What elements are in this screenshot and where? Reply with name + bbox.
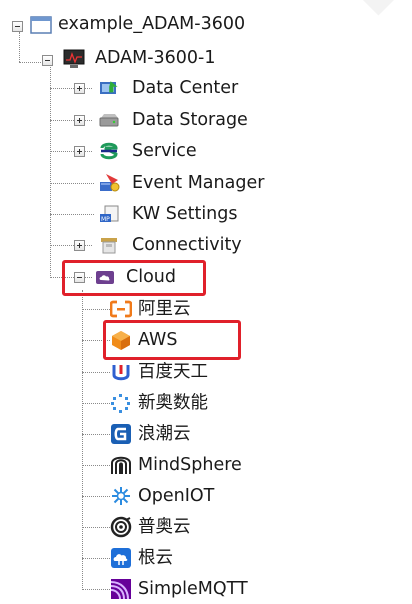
tree-node-label: Service [132,141,197,161]
tree-node-label: example_ADAM-3600 [58,14,246,34]
collapse-toggle[interactable] [42,55,53,66]
tree-node-label: KW Settings [132,204,238,224]
baidu-tiangong-icon [110,361,132,383]
tree-node-label: Data Center [132,78,239,98]
openiot-icon [110,485,132,507]
mindsphere-icon [110,454,132,476]
tree-node-cloud[interactable]: Cloud [70,264,200,292]
enn-icon [110,392,132,414]
tree-line [82,372,110,373]
hard-drive-icon [98,109,120,131]
tree-line [82,589,110,590]
tree-node-label: 根云 [138,548,173,568]
project-tree: example_ADAM-3600 ADAM-3600-1 Data Cente… [0,0,412,603]
tree-node-label: Connectivity [132,235,242,255]
simplemqtt-icon [110,578,132,600]
tree-node-kw-settings[interactable]: MP KW Settings [70,201,290,229]
tree-node-data-storage[interactable]: Data Storage [70,107,290,135]
tree-line [82,558,110,559]
tree-node-label: OpenIOT [138,486,215,506]
tree-node-data-center[interactable]: Data Center [70,75,290,103]
page-corner-decoration [362,0,394,16]
expand-toggle[interactable] [74,146,85,157]
tree-node-event-manager[interactable]: Event Manager [70,170,290,198]
collapse-toggle[interactable] [74,272,85,283]
tree-node-label: ADAM-3600-1 [95,48,216,68]
tree-node-label: MindSphere [138,455,242,475]
data-center-icon [98,77,120,99]
cloud-item-aws[interactable]: AWS [108,327,228,355]
aliyun-icon [110,298,132,320]
expand-toggle[interactable] [74,115,85,126]
tree-node-service[interactable]: Service [70,138,290,166]
tree-node-device[interactable]: ADAM-3600-1 [38,44,238,72]
inspur-icon [110,423,132,445]
event-manager-icon [98,172,120,194]
svg-text:MP: MP [101,216,110,223]
window-icon [30,14,52,36]
cloud-item-simplemqtt[interactable]: SimpleMQTT [108,576,308,604]
aws-cube-icon [110,329,132,351]
tree-node-root[interactable]: example_ADAM-3600 [8,12,268,40]
expand-toggle[interactable] [74,240,85,251]
cloud-item-enn[interactable]: 新奥数能 [108,390,308,418]
tree-line [82,465,110,466]
cloud-folder-icon [94,266,116,288]
connectivity-icon [98,234,120,256]
puaoyun-icon [110,516,132,538]
rootcloud-icon [110,547,132,569]
tree-line [82,290,83,590]
tree-node-label: 百度天工 [138,362,208,382]
tree-line [82,309,110,310]
tree-node-label: Cloud [126,267,176,287]
cloud-item-puaoyun[interactable]: 普奥云 [108,514,308,542]
tree-node-label: AWS [138,330,178,350]
tree-node-label: 浪潮云 [138,424,191,444]
tree-line [82,527,110,528]
collapse-toggle[interactable] [12,21,23,32]
tree-line [82,496,110,497]
service-icon [98,140,120,162]
tree-node-label: 阿里云 [138,299,191,319]
tree-node-connectivity[interactable]: Connectivity [70,232,290,260]
tree-line [82,403,110,404]
tree-line [82,434,110,435]
device-monitor-icon [63,48,85,70]
kw-settings-icon: MP [98,203,120,225]
cloud-item-baidu-tiangong[interactable]: 百度天工 [108,359,308,387]
cloud-item-openiot[interactable]: OpenIOT [108,483,308,511]
expand-toggle[interactable] [74,83,85,94]
cloud-item-inspur[interactable]: 浪潮云 [108,421,308,449]
tree-node-label: Event Manager [132,173,265,193]
tree-node-label: Data Storage [132,110,248,130]
cloud-item-rootcloud[interactable]: 根云 [108,545,308,573]
tree-node-label: SimpleMQTT [138,579,248,599]
tree-node-label: 新奥数能 [138,393,208,413]
cloud-item-mindsphere[interactable]: MindSphere [108,452,308,480]
tree-node-label: 普奥云 [138,517,191,537]
